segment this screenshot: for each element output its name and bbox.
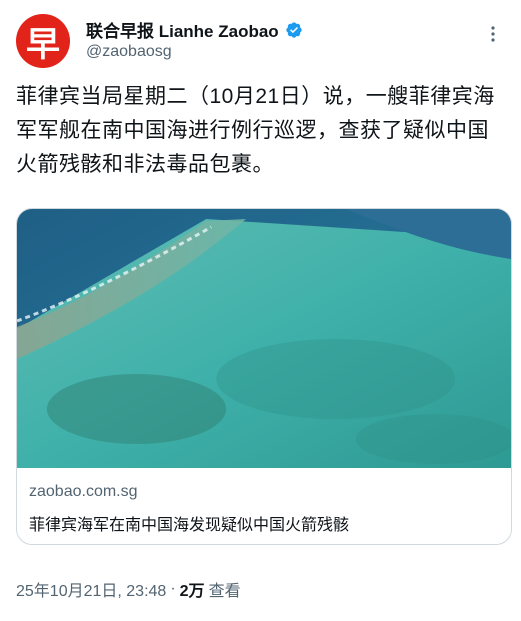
avatar-logo-char: 早 bbox=[26, 24, 60, 65]
display-name-row[interactable]: 联合早报 Lianhe Zaobao bbox=[86, 17, 303, 42]
more-options-icon[interactable] bbox=[483, 24, 503, 44]
card-title[interactable]: 菲律宾海军在南中国海发现疑似中国火箭残骸 bbox=[29, 511, 349, 535]
account-handle[interactable]: @zaobaosg bbox=[86, 43, 172, 61]
meta-separator: · bbox=[170, 580, 176, 597]
tweet-text: 菲律宾当局星期二（10月21日）说，一艘菲律宾海军军舰在南中国海进行例行巡逻，查… bbox=[16, 85, 495, 176]
card-image[interactable] bbox=[17, 209, 511, 468]
avatar[interactable]: 早 bbox=[16, 14, 70, 68]
link-card[interactable]: zaobao.com.sg 菲律宾海军在南中国海发现疑似中国火箭残骸 bbox=[16, 208, 512, 545]
views-count[interactable]: 2万 bbox=[180, 577, 205, 601]
views-label[interactable]: 查看 bbox=[209, 577, 241, 601]
tweet-meta: 25年10月21日, 23:48 · 2万 查看 bbox=[16, 577, 241, 601]
timestamp[interactable]: 25年10月21日, 23:48 bbox=[16, 577, 166, 601]
verified-badge-icon bbox=[285, 21, 303, 39]
display-name[interactable]: 联合早报 Lianhe Zaobao bbox=[86, 17, 279, 42]
card-domain[interactable]: zaobao.com.sg bbox=[29, 483, 138, 501]
